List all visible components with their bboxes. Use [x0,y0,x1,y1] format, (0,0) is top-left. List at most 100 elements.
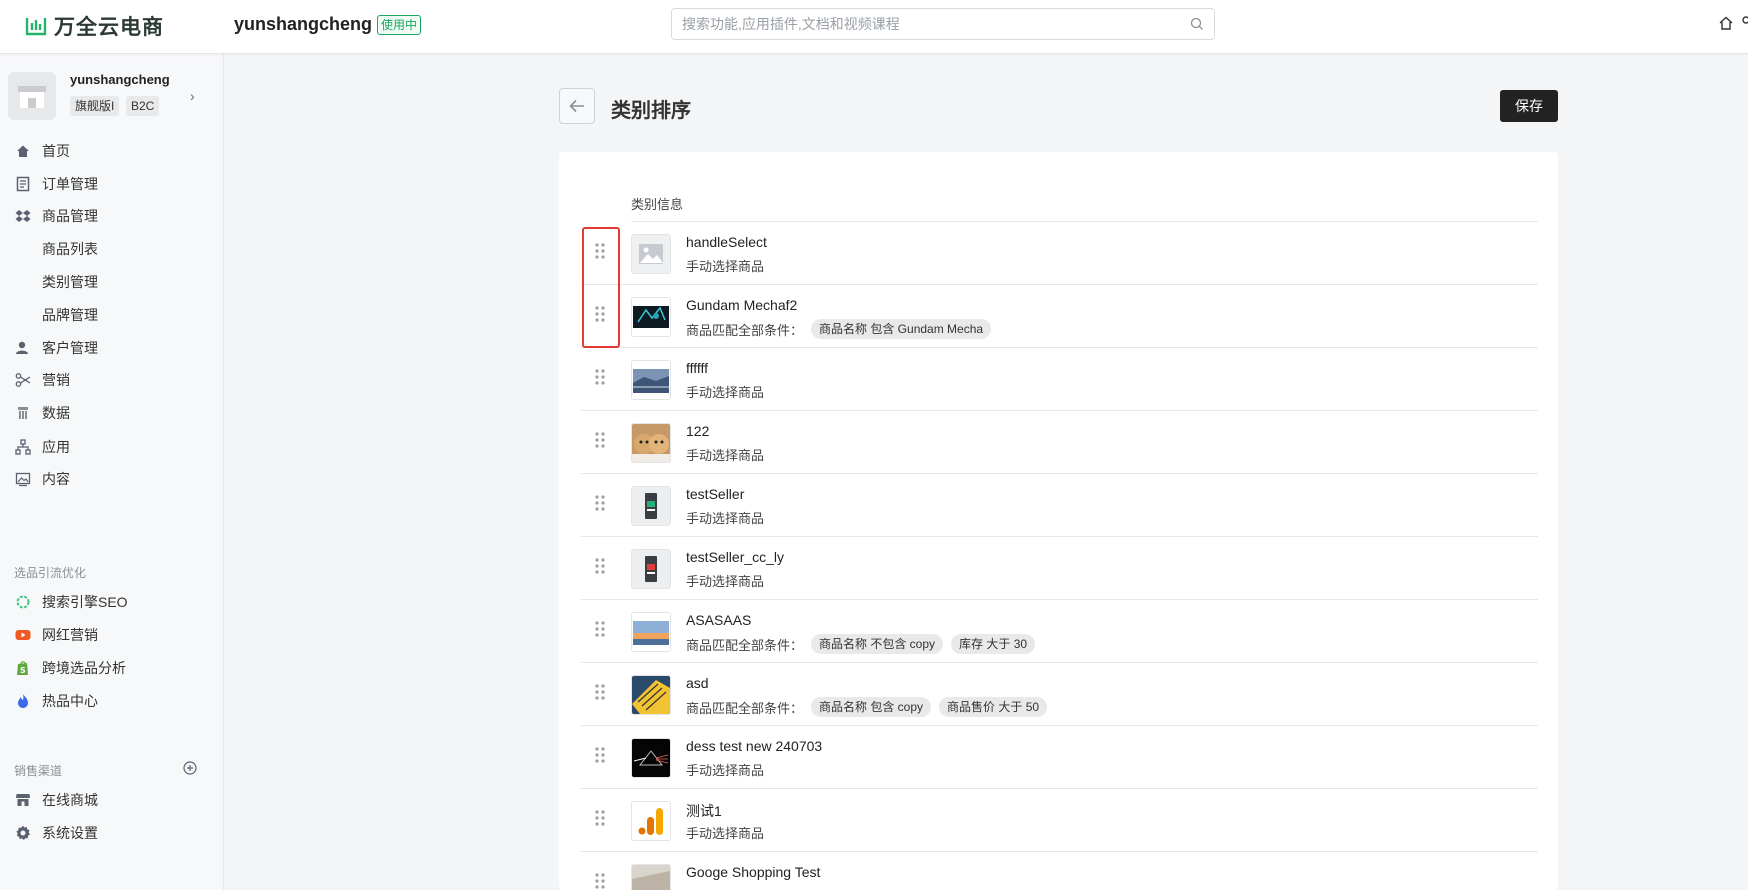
category-rule: 商品匹配全部条件： 商品名称 包含 copy 商品售价 大于 50 [686,697,1048,717]
top-bar: 万全云电商 yunshangcheng 使用中 [0,0,1748,54]
add-channel-icon[interactable] [183,761,197,775]
search-input[interactable] [672,9,1172,39]
data-icon [14,404,32,422]
nav-brand-manage[interactable]: 品牌管理 [0,300,224,330]
nav-hot-products[interactable]: 热品中心 [0,686,224,716]
category-name: dess test new 240703 [686,738,823,754]
drag-handle-icon[interactable] [594,872,606,890]
category-name: Gundam Mechaf2 [686,297,798,313]
category-name: 测试1 [686,803,722,819]
nav-customers[interactable]: 客户管理 [0,333,224,363]
nav-content[interactable]: 内容 [0,464,224,494]
category-rule: 手动选择商品 [686,760,764,779]
nav-influencer[interactable]: 网红营销 [0,620,224,650]
category-name: handleSelect [686,234,767,250]
drag-handle-icon[interactable] [594,242,606,260]
category-row[interactable]: Gundam Mechaf2 商品匹配全部条件： 商品名称 包含 Gundam M… [581,285,1538,348]
drag-handle-icon[interactable] [594,368,606,386]
flame-icon [14,692,32,710]
store-icon [14,791,32,809]
condition-tag: 商品名称 包含 Gundam Mecha [811,319,992,339]
plan-tag: 旗舰版I [70,96,120,116]
chevron-right-icon[interactable]: › [190,88,195,104]
section-label: 销售渠道 [14,764,63,778]
nav-online-store[interactable]: 在线商城 [0,785,224,815]
nav-settings[interactable]: 系统设置 [0,818,224,848]
category-thumbnail [631,486,671,526]
back-button[interactable] [559,88,595,124]
category-rule: 手动选择商品 [686,508,764,527]
drag-handle-icon[interactable] [594,557,606,575]
rule-text: 手动选择商品 [686,826,765,841]
category-row[interactable]: testSeller_cc_ly 手动选择商品 [581,537,1538,600]
rule-text: 手动选择商品 [686,574,765,589]
nav-label: 数据 [42,405,70,421]
drag-handle-icon[interactable] [594,620,606,638]
category-row[interactable]: dess test new 240703 手动选择商品 [581,726,1538,789]
condition-tag: 商品名称 包含 copy [811,697,932,717]
customer-icon [14,339,32,357]
arrow-left-icon [569,99,584,113]
category-rule: 商品匹配全部条件： 商品名称 不包含 copy 库存 大于 30 [686,634,1036,654]
home-icon[interactable] [1718,15,1734,31]
search-box[interactable] [671,8,1215,40]
shop-name: yunshangcheng [234,14,373,34]
nav-label: 首页 [42,143,70,159]
drag-handle-icon[interactable] [594,746,606,764]
category-row[interactable]: 122 手动选择商品 [581,411,1538,474]
dropbox-icon [14,207,32,225]
category-sort-card: 类别信息 handleSelect 手动选择商品 Gundam Mechaf2 … [559,152,1558,890]
category-row[interactable]: 测试1 手动选择商品 [581,789,1538,852]
category-row[interactable]: ASASAAS 商品匹配全部条件： 商品名称 不包含 copy 库存 大于 30 [581,600,1538,663]
svg-text:S: S [20,666,26,675]
rule-text: 手动选择商品 [686,259,765,274]
category-thumbnail [631,423,671,463]
seo-icon [14,593,32,611]
nav-label: 应用 [42,439,70,455]
nav-label: 系统设置 [42,825,98,841]
category-row[interactable]: asd 商品匹配全部条件： 商品名称 包含 copy 商品售价 大于 50 [581,663,1538,726]
nav-orders[interactable]: 订单管理 [0,169,224,199]
category-name: asd [686,675,709,691]
save-button[interactable]: 保存 [1500,90,1558,122]
rule-text: 商品匹配全部条件： [686,700,804,716]
drag-handle-icon[interactable] [594,809,606,827]
category-rule: 手动选择商品 [686,256,764,275]
nav-product-list[interactable]: 商品列表 [0,234,224,264]
nav-seo[interactable]: 搜索引擎SEO [0,587,224,617]
drag-handle-icon[interactable] [594,683,606,701]
rule-text: 商品匹配全部条件： [686,637,804,653]
drag-handle-icon[interactable] [594,431,606,449]
nav-home[interactable]: 首页 [0,136,224,166]
category-thumbnail [631,549,671,589]
category-row[interactable]: testSeller 手动选择商品 [581,474,1538,537]
nav-marketing[interactable]: 营销 [0,365,224,395]
youtube-icon [14,626,32,644]
nav-label: 跨境选品分析 [42,660,126,676]
category-thumbnail [631,675,671,715]
store-switcher[interactable]: yunshangcheng 旗舰版I B2C › [8,70,218,126]
rule-text: 手动选择商品 [686,448,765,463]
nav-label: 搜索引擎SEO [42,594,128,610]
nav-data[interactable]: 数据 [0,398,224,428]
logo[interactable]: 万全云电商 [24,11,164,41]
gear-icon [14,824,32,842]
sidebar: yunshangcheng 旗舰版I B2C › 首页 订单管理 商品管理 商品… [0,54,224,890]
search-icon[interactable] [1190,17,1204,31]
store-name: yunshangcheng [70,72,170,87]
drag-handle-icon[interactable] [594,494,606,512]
category-row[interactable]: Googe Shopping Test [581,852,1538,890]
category-row[interactable]: ffffff 手动选择商品 [581,348,1538,411]
nav-products[interactable]: 商品管理 [0,201,224,231]
rule-text: 商品匹配全部条件： [686,322,804,338]
category-row[interactable]: handleSelect 手动选择商品 [581,222,1538,285]
nav-category-manage[interactable]: 类别管理 [0,267,224,297]
nav-label: 客户管理 [42,340,98,356]
nav-crossborder[interactable]: S 跨境选品分析 [0,653,224,683]
nav-apps[interactable]: 应用 [0,432,224,462]
category-name: testSeller_cc_ly [686,549,785,565]
drag-handle-icon[interactable] [594,305,606,323]
user-icon[interactable] [1740,15,1748,31]
nav-label: 内容 [42,471,70,487]
category-thumbnail [631,864,671,890]
